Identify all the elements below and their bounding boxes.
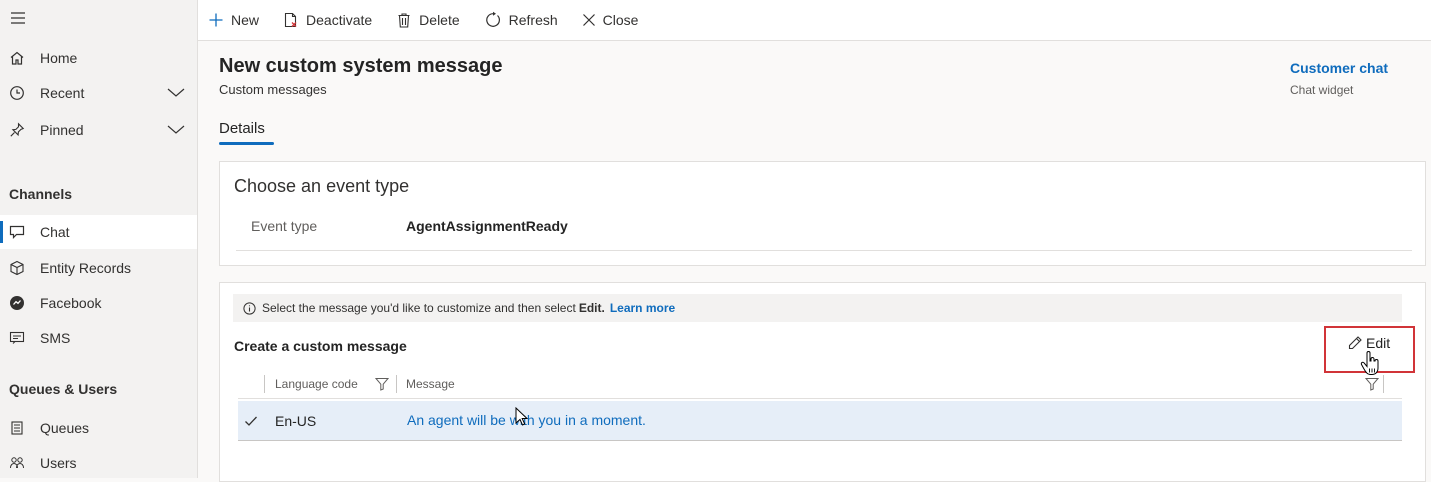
sms-icon <box>8 329 26 347</box>
arrow-cursor-icon <box>515 407 529 426</box>
filter-icon[interactable] <box>1365 377 1379 391</box>
event-type-value[interactable]: AgentAssignmentReady <box>406 218 568 234</box>
sidebar-item-users[interactable]: Users <box>0 446 197 480</box>
page-title: New custom system message <box>219 55 503 77</box>
chat-icon <box>8 223 26 241</box>
sidebar-item-label: Facebook <box>40 295 102 311</box>
info-icon <box>243 301 256 315</box>
info-text-bold: Edit. <box>578 301 605 315</box>
home-icon <box>8 49 26 67</box>
close-button[interactable]: Close <box>573 2 648 38</box>
facebook-icon <box>8 294 26 312</box>
column-separator <box>1383 375 1384 393</box>
filter-icon[interactable] <box>375 377 389 391</box>
custom-message-section: Select the message you'd like to customi… <box>219 282 1426 482</box>
deactivate-icon <box>284 12 297 27</box>
event-type-label: Event type <box>251 218 318 234</box>
sidebar-item-recent[interactable]: Recent <box>0 76 197 110</box>
sidebar-item-home[interactable]: Home <box>0 41 197 75</box>
chevron-down-icon[interactable] <box>167 85 185 101</box>
queue-icon <box>8 419 26 437</box>
sidebar-item-sms[interactable]: SMS <box>0 321 197 355</box>
tab-active-indicator <box>219 142 274 145</box>
edit-button[interactable]: Edit <box>1347 335 1390 351</box>
cube-icon <box>8 259 26 277</box>
deactivate-button[interactable]: Deactivate <box>274 2 381 38</box>
field-divider <box>236 250 1412 251</box>
sidebar-item-entity-records[interactable]: Entity Records <box>0 251 197 285</box>
column-separator <box>396 374 397 393</box>
users-icon <box>8 454 26 472</box>
learn-more-link[interactable]: Learn more <box>610 301 675 315</box>
command-bar: New Deactivate Delete Refresh Close <box>198 0 1431 41</box>
sidebar-group-channels: Channels <box>9 186 73 202</box>
hamburger-menu-icon[interactable] <box>9 9 27 27</box>
plus-icon <box>209 13 223 27</box>
cell-language-code: En-US <box>275 412 317 429</box>
column-separator <box>264 374 265 393</box>
column-header-message[interactable]: Message <box>406 377 455 391</box>
info-text: Select the message you'd like to customi… <box>262 301 576 315</box>
refresh-button-label: Refresh <box>508 12 558 28</box>
checkmark-icon[interactable] <box>244 415 258 427</box>
sidebar-item-label: Entity Records <box>40 260 132 276</box>
customer-chat-link[interactable]: Customer chat <box>1290 60 1388 76</box>
pin-icon <box>8 121 26 139</box>
grid-title: Create a custom message <box>234 338 407 354</box>
form-content: New custom system message Custom message… <box>198 41 1431 482</box>
event-type-section: Choose an event type Event type AgentAss… <box>219 161 1426 266</box>
sidebar-item-label: Users <box>40 455 77 471</box>
new-button-label: New <box>231 12 260 28</box>
sidebar-item-chat[interactable]: Chat <box>0 215 197 249</box>
sidebar-item-queues[interactable]: Queues <box>0 411 197 445</box>
sidebar-item-facebook[interactable]: Facebook <box>0 286 197 320</box>
table-row[interactable]: En-US An agent will be with you in a mom… <box>238 401 1402 441</box>
sidebar-item-label: Chat <box>40 224 70 240</box>
sidebar-item-pinned[interactable]: Pinned <box>0 113 197 147</box>
sidebar: Home Recent Pinned Channels Chat Entity … <box>0 0 198 478</box>
pencil-icon <box>1348 336 1362 350</box>
sidebar-item-label: Recent <box>40 85 85 101</box>
column-header-language-code[interactable]: Language code <box>275 377 365 391</box>
edit-button-label: Edit <box>1366 335 1391 351</box>
sidebar-item-label: Queues <box>40 420 90 436</box>
info-banner: Select the message you'd like to customi… <box>233 294 1402 322</box>
sidebar-item-label: Pinned <box>40 122 84 138</box>
sidebar-item-label: Home <box>40 50 78 66</box>
page-subtitle: Custom messages <box>219 82 327 97</box>
refresh-icon <box>485 11 500 27</box>
section-title: Choose an event type <box>234 176 410 196</box>
deactivate-button-label: Deactivate <box>306 12 373 28</box>
grid-header: Language code Message <box>238 369 1402 399</box>
sidebar-group-queues-users: Queues & Users <box>9 381 118 397</box>
sidebar-item-label: SMS <box>40 330 71 346</box>
related-entity-type: Chat widget <box>1290 83 1354 97</box>
close-icon <box>582 14 595 26</box>
delete-button-label: Delete <box>419 12 460 28</box>
refresh-button[interactable]: Refresh <box>475 2 567 38</box>
chevron-down-icon[interactable] <box>167 122 185 138</box>
tab-details[interactable]: Details <box>219 120 265 137</box>
delete-button[interactable]: Delete <box>387 2 468 38</box>
clock-icon <box>8 84 26 102</box>
trash-icon <box>398 12 410 28</box>
close-button-label: Close <box>602 12 639 28</box>
new-button[interactable]: New <box>199 2 268 38</box>
